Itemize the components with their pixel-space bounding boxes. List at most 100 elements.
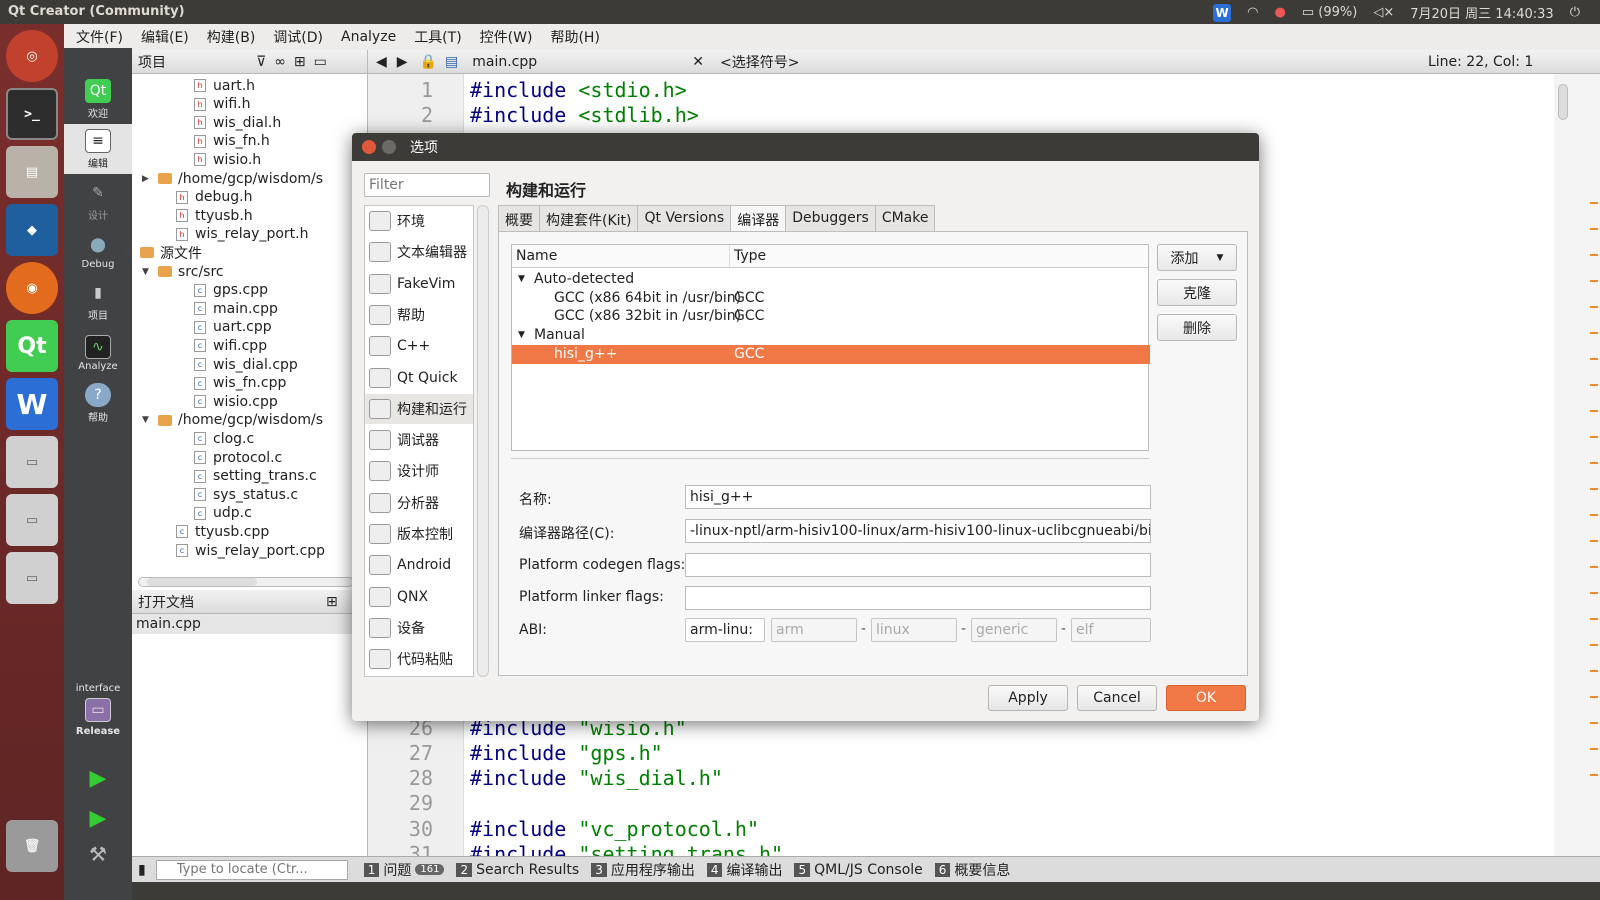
output-tab[interactable]: 3 应用程序输出 bbox=[587, 860, 699, 880]
toggle-sidebar-icon[interactable]: ▮ bbox=[138, 862, 146, 878]
ok-button[interactable]: OK bbox=[1166, 685, 1246, 711]
kit-selector[interactable]: interface ▭ Release bbox=[64, 674, 132, 746]
terminal-icon[interactable]: >_ bbox=[6, 88, 58, 140]
tree-item[interactable]: c wifi.cpp bbox=[194, 336, 267, 355]
tree-item[interactable]: h wis_fn.h bbox=[194, 132, 270, 151]
scroll-thumb[interactable] bbox=[1558, 84, 1568, 120]
output-tab[interactable]: 2 Search Results bbox=[452, 860, 583, 880]
minimize-window-icon[interactable] bbox=[382, 140, 396, 154]
drive-icon-3[interactable]: ▭ bbox=[6, 552, 58, 604]
category-cpp[interactable]: C++ bbox=[365, 331, 473, 361]
tree-item[interactable]: h ttyusb.h bbox=[176, 206, 253, 225]
run-button[interactable]: ▶ bbox=[64, 758, 132, 798]
mode-debug[interactable]: ⬤ Debug bbox=[64, 226, 132, 276]
category-qnx[interactable]: QNX bbox=[365, 582, 473, 612]
compiler-path-field[interactable]: -linux-nptl/arm-hisiv100-linux/arm-hisiv… bbox=[685, 519, 1151, 543]
category-build-run[interactable]: 构建和运行 bbox=[365, 393, 473, 424]
category-text-editor[interactable]: 文本编辑器 bbox=[365, 237, 473, 267]
output-tab[interactable]: 6 概要信息 bbox=[931, 860, 1015, 880]
clock[interactable]: 7月20日 周三 14:40:33 bbox=[1410, 3, 1553, 22]
mode-design[interactable]: ✎ 设计 bbox=[64, 176, 132, 226]
wps-writer-icon[interactable]: W bbox=[6, 378, 58, 430]
category-debugger[interactable]: 调试器 bbox=[365, 425, 473, 455]
locator-input[interactable] bbox=[155, 859, 348, 880]
tree-item[interactable]: ▼ 源文件 bbox=[124, 243, 202, 262]
tab-3[interactable]: 编译器 bbox=[730, 205, 787, 232]
compiler-row[interactable]: GCC (x86 64bit in /usr/bin) GCC bbox=[512, 289, 1150, 308]
tree-item[interactable]: c ttyusb.cpp bbox=[176, 522, 269, 541]
editor-scrollbar[interactable] bbox=[1554, 74, 1600, 856]
input-method-icon[interactable]: ● bbox=[1275, 5, 1286, 20]
expanded-arrow-icon[interactable]: ▼ bbox=[518, 270, 525, 289]
menu-analyze[interactable]: Analyze bbox=[341, 29, 396, 45]
forward-icon[interactable]: ▶ bbox=[397, 54, 408, 70]
tree-item[interactable]: h wisio.h bbox=[194, 150, 261, 169]
project-pane-title[interactable]: 项目 bbox=[138, 52, 248, 72]
column-header-name[interactable]: Name bbox=[512, 245, 730, 268]
tree-item[interactable]: h wis_relay_port.h bbox=[176, 225, 308, 244]
tree-item[interactable]: ▶ /home/gcp/wisdom/s bbox=[142, 169, 323, 188]
close-pane-icon[interactable]: ▭ bbox=[314, 54, 327, 70]
wifi-icon[interactable]: ◠ bbox=[1247, 5, 1258, 20]
output-tab[interactable]: 4 编译输出 bbox=[703, 860, 787, 880]
expanded-arrow-icon[interactable]: ▼ bbox=[142, 415, 152, 425]
filter-icon[interactable]: ⊽ bbox=[256, 54, 266, 70]
menu-widgets[interactable]: 控件(W) bbox=[480, 27, 533, 47]
expanded-arrow-icon[interactable]: ▼ bbox=[142, 267, 152, 277]
filter-input[interactable] bbox=[364, 173, 490, 197]
output-tab[interactable]: 1 问题 161 bbox=[360, 860, 449, 880]
menu-edit[interactable]: 编辑(E) bbox=[141, 27, 189, 47]
name-field[interactable]: hisi_g++ bbox=[685, 485, 1151, 509]
column-header-type[interactable]: Type bbox=[730, 245, 1148, 268]
mode-edit[interactable]: ≡ 编辑 bbox=[64, 124, 132, 174]
tree-item[interactable]: c uart.cpp bbox=[194, 318, 272, 337]
file-manager-icon[interactable]: ▤ bbox=[6, 146, 58, 198]
category-scrollbar[interactable] bbox=[477, 205, 489, 677]
code-line[interactable]: #include "vc_protocol.h" bbox=[470, 817, 759, 841]
menu-file[interactable]: 文件(F) bbox=[76, 27, 123, 47]
drive-icon-2[interactable]: ▭ bbox=[6, 494, 58, 546]
abi-select-type[interactable]: arm-linu: bbox=[685, 618, 765, 642]
compiler-group-row[interactable]: ▼ Manual bbox=[512, 326, 1150, 345]
tree-item[interactable]: c wis_relay_port.cpp bbox=[176, 541, 325, 560]
codegen-flags-field[interactable] bbox=[685, 553, 1151, 577]
open-documents-title[interactable]: 打开文档 bbox=[138, 592, 318, 612]
mode-analyze[interactable]: ∿ Analyze bbox=[64, 328, 132, 378]
file-selector[interactable]: main.cpp bbox=[472, 54, 672, 70]
symbol-selector[interactable]: <选择符号> bbox=[720, 52, 1400, 72]
tree-item[interactable]: ▼ /home/gcp/wisdom/s bbox=[142, 411, 323, 430]
code-line[interactable]: #include <stdlib.h> bbox=[470, 103, 699, 127]
trash-icon[interactable]: 🗑 bbox=[6, 820, 58, 872]
tree-item[interactable]: c setting_trans.c bbox=[194, 467, 317, 486]
tree-item[interactable]: c wis_dial.cpp bbox=[194, 355, 298, 374]
tree-item[interactable]: h wis_dial.h bbox=[194, 113, 281, 132]
tab-5[interactable]: CMake bbox=[874, 205, 936, 232]
collapsed-arrow-icon[interactable]: ▶ bbox=[142, 174, 152, 184]
tree-item[interactable]: c clog.c bbox=[194, 429, 254, 448]
category-android[interactable]: Android bbox=[365, 550, 473, 580]
close-file-icon[interactable]: ✕ bbox=[692, 54, 704, 70]
tab-1[interactable]: 构建套件(Kit) bbox=[539, 205, 639, 232]
code-line[interactable]: #include "wis_dial.h" bbox=[470, 766, 723, 790]
category-environment[interactable]: 环境 bbox=[365, 206, 473, 236]
link-icon[interactable]: ∞ bbox=[274, 54, 286, 70]
mode-help[interactable]: ? 帮助 bbox=[64, 378, 132, 428]
tab-2[interactable]: Qt Versions bbox=[637, 205, 732, 232]
menu-help[interactable]: 帮助(H) bbox=[550, 27, 599, 47]
compiler-group-row[interactable]: ▼ Auto-detected bbox=[512, 270, 1150, 289]
volume-icon[interactable]: ◁× bbox=[1373, 5, 1394, 20]
power-icon[interactable]: ⏻ bbox=[1570, 5, 1580, 20]
expanded-arrow-icon[interactable]: ▼ bbox=[124, 248, 134, 258]
mode-welcome[interactable]: Qt 欢迎 bbox=[64, 74, 132, 124]
tree-item[interactable]: c main.cpp bbox=[194, 299, 278, 318]
battery-indicator[interactable]: ▭ (99%) bbox=[1302, 5, 1357, 20]
category-analyzer[interactable]: 分析器 bbox=[365, 488, 473, 518]
category-version-control[interactable]: 版本控制 bbox=[365, 519, 473, 549]
close-window-icon[interactable] bbox=[362, 140, 376, 154]
scroll-thumb[interactable] bbox=[147, 578, 257, 586]
category-help[interactable]: 帮助 bbox=[365, 300, 473, 330]
expanded-arrow-icon[interactable]: ▼ bbox=[518, 326, 525, 345]
code-line[interactable]: #include <stdio.h> bbox=[470, 78, 687, 102]
split-icon[interactable]: ⊞ bbox=[294, 54, 306, 70]
cursor-position[interactable]: Line: 22, Col: 1 bbox=[1428, 54, 1533, 70]
